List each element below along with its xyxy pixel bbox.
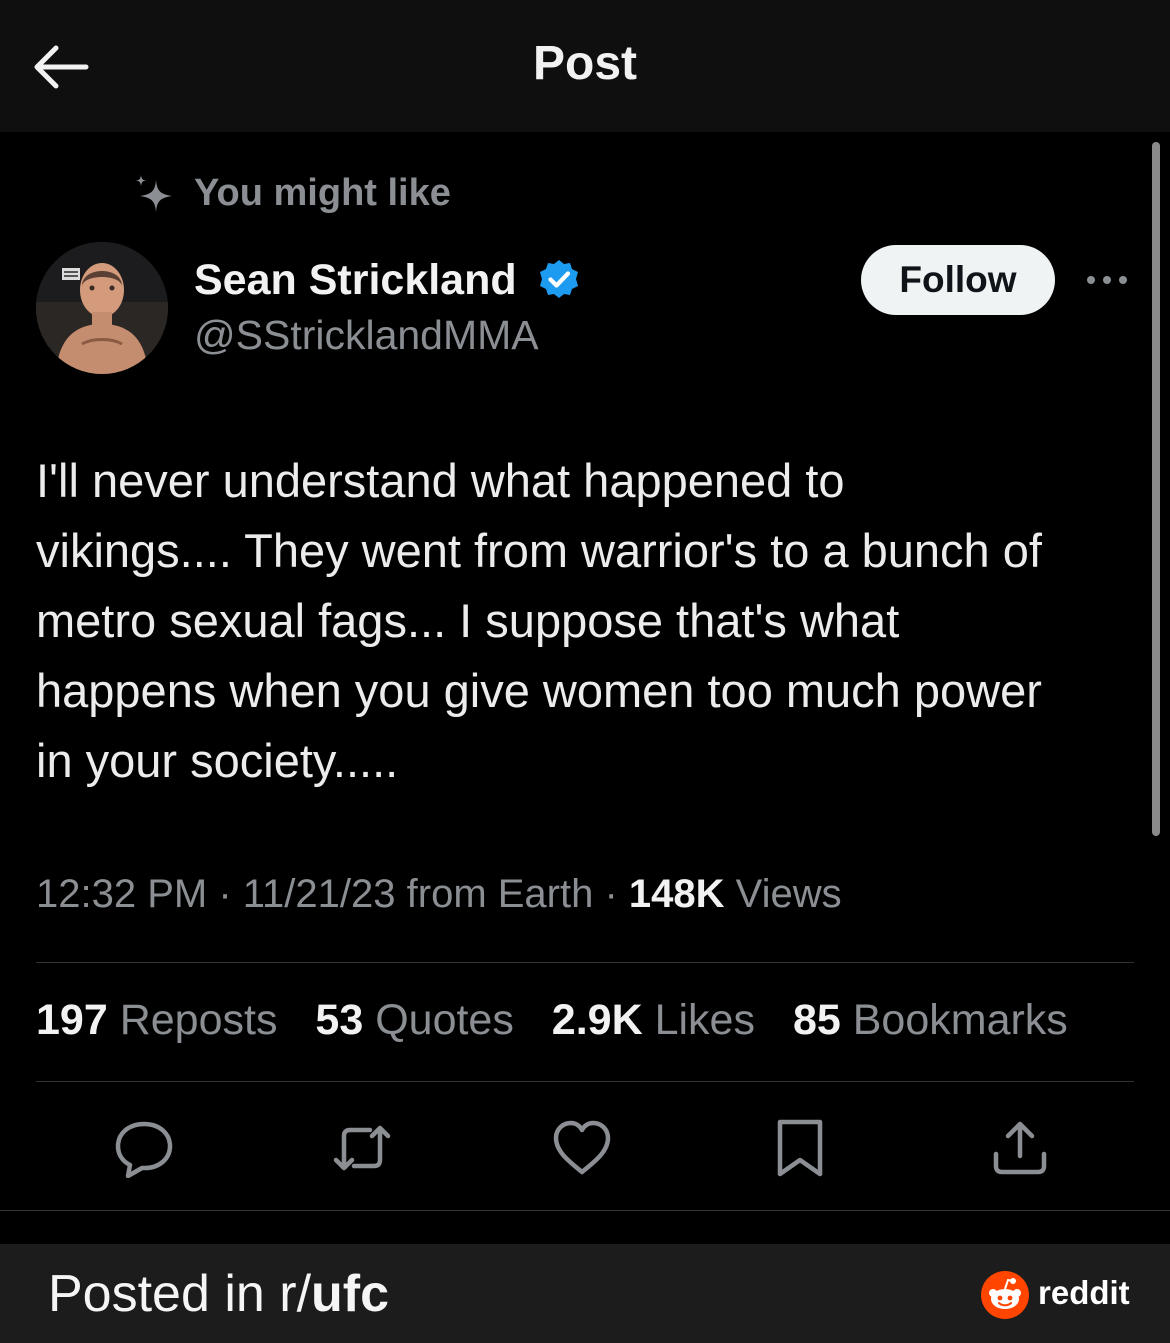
post-date[interactable]: 11/21/23	[243, 872, 396, 916]
avatar[interactable]	[36, 242, 168, 374]
views-count: 148K	[628, 872, 725, 916]
bookmarks-label: Bookmarks	[852, 996, 1068, 1044]
bookmarks-stat[interactable]: 85 Bookmarks	[793, 996, 1068, 1045]
top-bar: Post	[0, 0, 1170, 132]
scrollbar[interactable]	[1152, 142, 1160, 836]
post-text-line: in your society.....	[36, 734, 399, 787]
verified-badge-icon	[540, 260, 578, 298]
follow-button[interactable]: Follow	[861, 245, 1055, 315]
views-label: Views	[735, 872, 842, 916]
post-text: I'll never understand what happened to v…	[36, 446, 1146, 796]
likes-label: Likes	[654, 996, 755, 1044]
quotes-stat[interactable]: 53 Quotes	[315, 996, 513, 1045]
post-source: from Earth	[406, 872, 594, 916]
reddit-logo-icon	[981, 1271, 1029, 1319]
subreddit-name[interactable]: ufc	[311, 1265, 389, 1323]
reddit-wordmark: reddit	[1038, 1274, 1130, 1311]
more-options-icon[interactable]	[1084, 268, 1130, 292]
posted-in-caption: Posted in r/ufc	[48, 1264, 389, 1324]
user-handle[interactable]: @SStricklandMMA	[194, 312, 539, 359]
post-time[interactable]: 12:32 PM	[36, 872, 207, 916]
quotes-count: 53	[315, 996, 364, 1044]
caption-prefix: Posted in r/	[48, 1265, 312, 1323]
reposts-stat[interactable]: 197 Reposts	[36, 996, 277, 1045]
post-meta: 12:32 PM · 11/21/23 from Earth · 148K Vi…	[36, 872, 842, 917]
like-icon[interactable]	[552, 1118, 612, 1178]
divider	[36, 962, 1134, 963]
likes-count: 2.9K	[551, 996, 643, 1044]
reposts-label: Reposts	[119, 996, 278, 1044]
reposts-count: 197	[36, 996, 108, 1044]
post-text-line: metro sexual fags... I suppose that's wh…	[36, 594, 900, 647]
likes-stat[interactable]: 2.9K Likes	[552, 996, 755, 1045]
quotes-label: Quotes	[375, 996, 514, 1044]
divider	[36, 1081, 1134, 1082]
reddit-footer: Posted in r/ufc reddit	[0, 1244, 1170, 1343]
engagement-stats: 197 Reposts 53 Quotes 2.9K Likes 85 Book…	[36, 996, 1094, 1045]
divider	[0, 1210, 1170, 1211]
page-title: Post	[532, 37, 637, 90]
sparkle-icon	[136, 175, 172, 212]
bookmark-icon[interactable]	[770, 1118, 830, 1178]
separator-dot: ·	[218, 872, 243, 916]
repost-icon[interactable]	[332, 1118, 392, 1178]
recommendation-label: You might like	[194, 172, 451, 214]
post-text-line: vikings.... They went from warrior's to …	[36, 524, 1042, 577]
share-icon[interactable]	[990, 1118, 1050, 1178]
display-name[interactable]: Sean Strickland	[194, 256, 517, 305]
post-text-line: I'll never understand what happened to	[36, 454, 845, 507]
separator-dot: ·	[604, 872, 629, 916]
post-text-line: happens when you give women too much pow…	[36, 664, 1042, 717]
bookmarks-count: 85	[792, 996, 841, 1044]
reply-icon[interactable]	[114, 1118, 174, 1178]
